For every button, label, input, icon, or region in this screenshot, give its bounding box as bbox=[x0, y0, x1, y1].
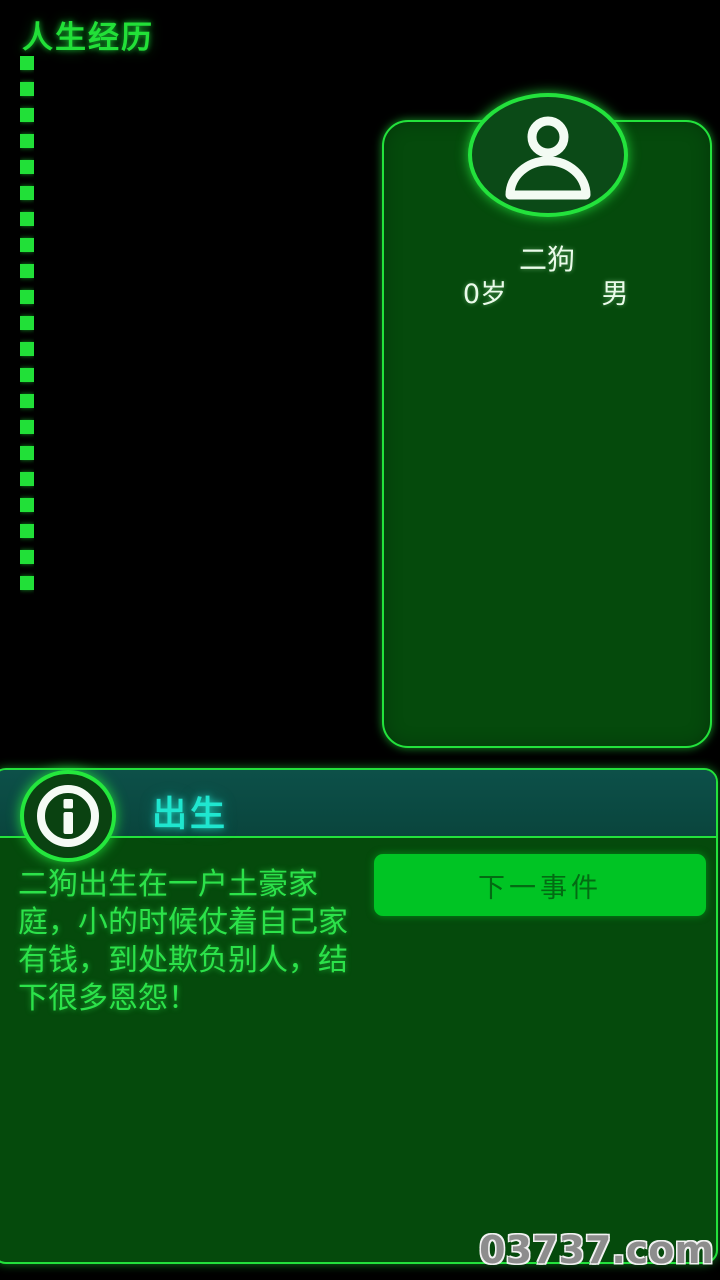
timeline-dash bbox=[20, 56, 34, 70]
timeline-dashed-line bbox=[20, 56, 34, 772]
timeline-dash bbox=[20, 550, 34, 564]
profile-age: 0岁 bbox=[462, 279, 508, 310]
timeline-dash bbox=[20, 420, 34, 434]
event-title: 出生 bbox=[152, 795, 229, 835]
timeline-dash bbox=[20, 134, 34, 148]
timeline-dash bbox=[20, 316, 34, 330]
timeline-dash bbox=[20, 472, 34, 486]
timeline-dash bbox=[20, 212, 34, 226]
next-event-button[interactable]: 下一事件 bbox=[374, 854, 706, 916]
timeline-dash bbox=[20, 186, 34, 200]
timeline-dash bbox=[20, 238, 34, 252]
profile-gender: 男 bbox=[601, 279, 629, 310]
person-avatar-icon bbox=[468, 93, 628, 217]
event-description: 二狗出生在一户土豪家庭，小的时候仗着自己家有钱，到处欺负别人，结下很多恩怨！ bbox=[18, 867, 348, 1016]
timeline-dash bbox=[20, 446, 34, 460]
timeline-dash bbox=[20, 368, 34, 382]
timeline-dash bbox=[20, 160, 34, 174]
profile-name: 二狗 bbox=[518, 243, 575, 276]
timeline-dash bbox=[20, 290, 34, 304]
timeline-dash bbox=[20, 524, 34, 538]
timeline-dash bbox=[20, 498, 34, 512]
watermark: 03737.com bbox=[479, 1228, 714, 1272]
timeline-dash bbox=[20, 82, 34, 96]
page-title: 人生经历 bbox=[22, 20, 154, 56]
timeline-dash bbox=[20, 576, 34, 590]
info-circle-icon bbox=[20, 770, 116, 862]
timeline-dash bbox=[20, 394, 34, 408]
timeline-dash bbox=[20, 342, 34, 356]
timeline-dash bbox=[20, 108, 34, 122]
timeline-dash bbox=[20, 264, 34, 278]
